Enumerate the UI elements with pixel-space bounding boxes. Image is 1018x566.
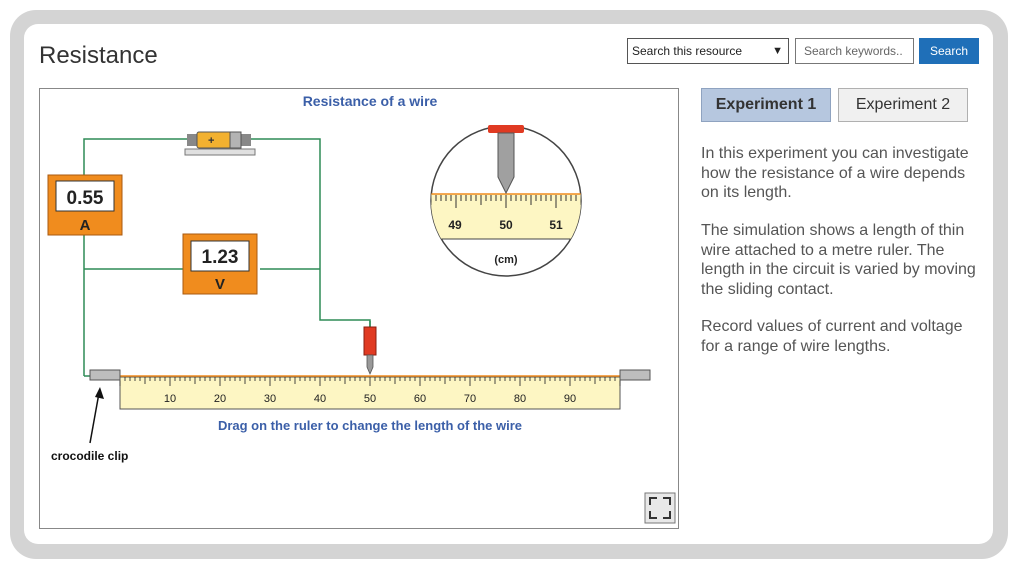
ruler-label-20: 20 (214, 393, 226, 405)
magnifier: 49 50 51 (cm) (430, 125, 582, 277)
fullscreen-button[interactable] (644, 492, 676, 524)
voltmeter-unit: V (215, 276, 225, 293)
search-button[interactable]: Search (919, 38, 979, 64)
search-input[interactable]: Search keywords.. (795, 38, 914, 64)
ruler-label-50: 50 (364, 393, 376, 405)
simulation-title: Resistance of a wire (303, 93, 438, 109)
search-scope-label: Search this resource (632, 44, 743, 58)
right-crocodile-clip (619, 369, 651, 381)
ruler-label-90: 90 (564, 393, 576, 405)
page-title: Resistance (39, 42, 158, 69)
magnifier-label-51: 51 (549, 218, 563, 232)
battery: + (184, 131, 256, 156)
tab-experiment-1[interactable]: Experiment 1 (701, 88, 831, 122)
magnifier-label-49: 49 (448, 218, 462, 232)
magnifier-label-50: 50 (499, 218, 513, 232)
description-paragraph-2: The simulation shows a length of thin wi… (701, 222, 976, 298)
ammeter: 0.55 A (47, 174, 123, 236)
ruler-label-80: 80 (514, 393, 526, 405)
clip-label-arrow (89, 387, 104, 444)
tab-experiment-2[interactable]: Experiment 2 (838, 88, 968, 122)
description-paragraph-3: Record values of current and voltage for… (701, 318, 963, 355)
sliding-contact[interactable] (363, 321, 377, 376)
voltmeter-reading: 1.23 (202, 247, 239, 268)
metre-ruler[interactable]: 10 20 30 40 50 60 70 80 90 (119, 375, 621, 410)
description-paragraph-1: In this experiment you can investigate h… (701, 145, 969, 201)
svg-text:+: + (208, 135, 214, 147)
ruler-label-30: 30 (264, 393, 276, 405)
ruler-instruction: Drag on the ruler to change the length o… (218, 418, 522, 433)
crocodile-clip-label: crocodile clip (51, 449, 128, 463)
ammeter-reading: 0.55 (67, 188, 104, 209)
ammeter-unit: A (80, 217, 91, 234)
left-crocodile-clip (89, 369, 121, 381)
simulation-canvas[interactable]: Resistance of a wire + 0.55 A 1.23 V 49 … (40, 89, 680, 530)
ruler-label-40: 40 (314, 393, 326, 405)
voltmeter: 1.23 V (182, 233, 258, 295)
search-scope-select[interactable]: Search this resource ▼ (627, 38, 789, 64)
ruler-label-10: 10 (164, 393, 176, 405)
simulation-panel[interactable]: Resistance of a wire + 0.55 A 1.23 V 49 … (39, 88, 679, 529)
magnifier-unit: (cm) (494, 254, 518, 266)
ruler-label-60: 60 (414, 393, 426, 405)
chevron-down-icon: ▼ (772, 45, 783, 57)
ruler-label-70: 70 (464, 393, 476, 405)
